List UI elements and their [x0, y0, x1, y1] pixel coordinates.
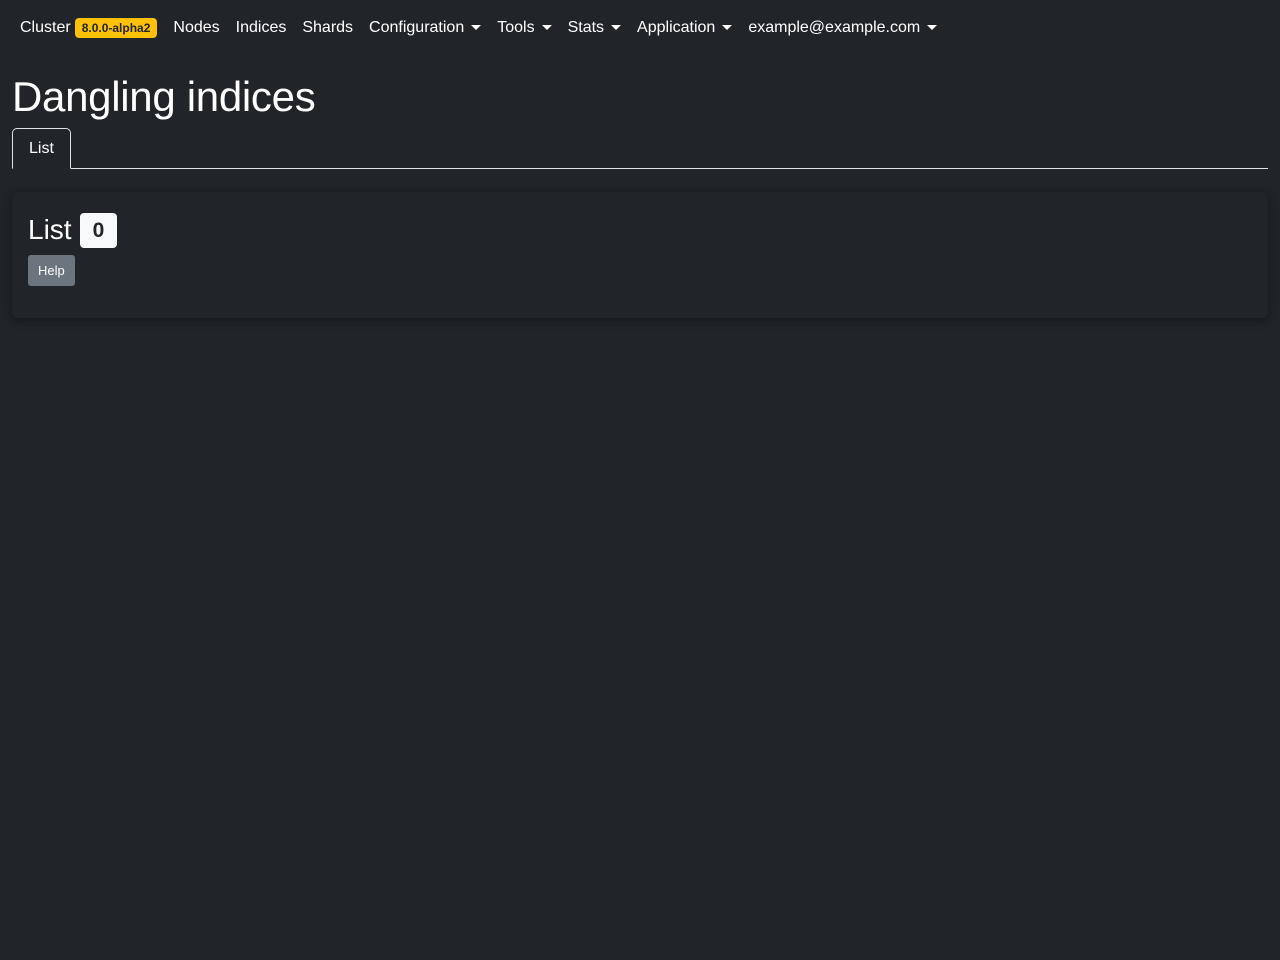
- nav-shards-label: Shards: [302, 19, 354, 36]
- nav-nodes-link[interactable]: Nodes: [165, 16, 227, 40]
- nav-stats-label: Stats: [567, 19, 605, 36]
- card-header: List 0: [28, 211, 1252, 249]
- nav-cluster-label: Cluster: [20, 19, 71, 36]
- page-title: Dangling indices: [12, 73, 316, 120]
- tab-list[interactable]: List: [12, 128, 71, 169]
- nav-user-label: example@example.com: [748, 19, 921, 36]
- caret-down-icon: [541, 24, 552, 30]
- nav-shards-link[interactable]: Shards: [294, 16, 361, 40]
- nav-user-dropdown[interactable]: example@example.com: [740, 16, 945, 40]
- card-title: List: [28, 214, 72, 245]
- caret-down-icon: [471, 24, 482, 30]
- nav-tools-label: Tools: [497, 19, 535, 36]
- caret-down-icon: [927, 24, 938, 30]
- nav-indices-label: Indices: [235, 19, 287, 36]
- nav-indices-link[interactable]: Indices: [228, 16, 295, 40]
- count-badge: 0: [79, 212, 118, 248]
- caret-down-icon: [722, 24, 733, 30]
- nav-nodes-label: Nodes: [173, 19, 220, 36]
- nav-configuration-dropdown[interactable]: Configuration: [361, 16, 489, 40]
- list-card: List 0 Help: [12, 192, 1268, 318]
- nav-stats-dropdown[interactable]: Stats: [560, 16, 629, 40]
- nav-application-label: Application: [637, 19, 716, 36]
- caret-down-icon: [611, 24, 622, 30]
- nav-cluster-link[interactable]: Cluster 8.0.0-alpha2: [12, 16, 165, 40]
- top-navbar: Cluster 8.0.0-alpha2 Nodes Indices Shard…: [0, 0, 1280, 56]
- version-badge: 8.0.0-alpha2: [74, 18, 158, 38]
- nav-configuration-label: Configuration: [369, 19, 465, 36]
- tab-bar: List: [12, 128, 1268, 169]
- nav-application-dropdown[interactable]: Application: [629, 16, 740, 40]
- nav-tools-dropdown[interactable]: Tools: [489, 16, 559, 40]
- help-button[interactable]: Help: [28, 255, 75, 286]
